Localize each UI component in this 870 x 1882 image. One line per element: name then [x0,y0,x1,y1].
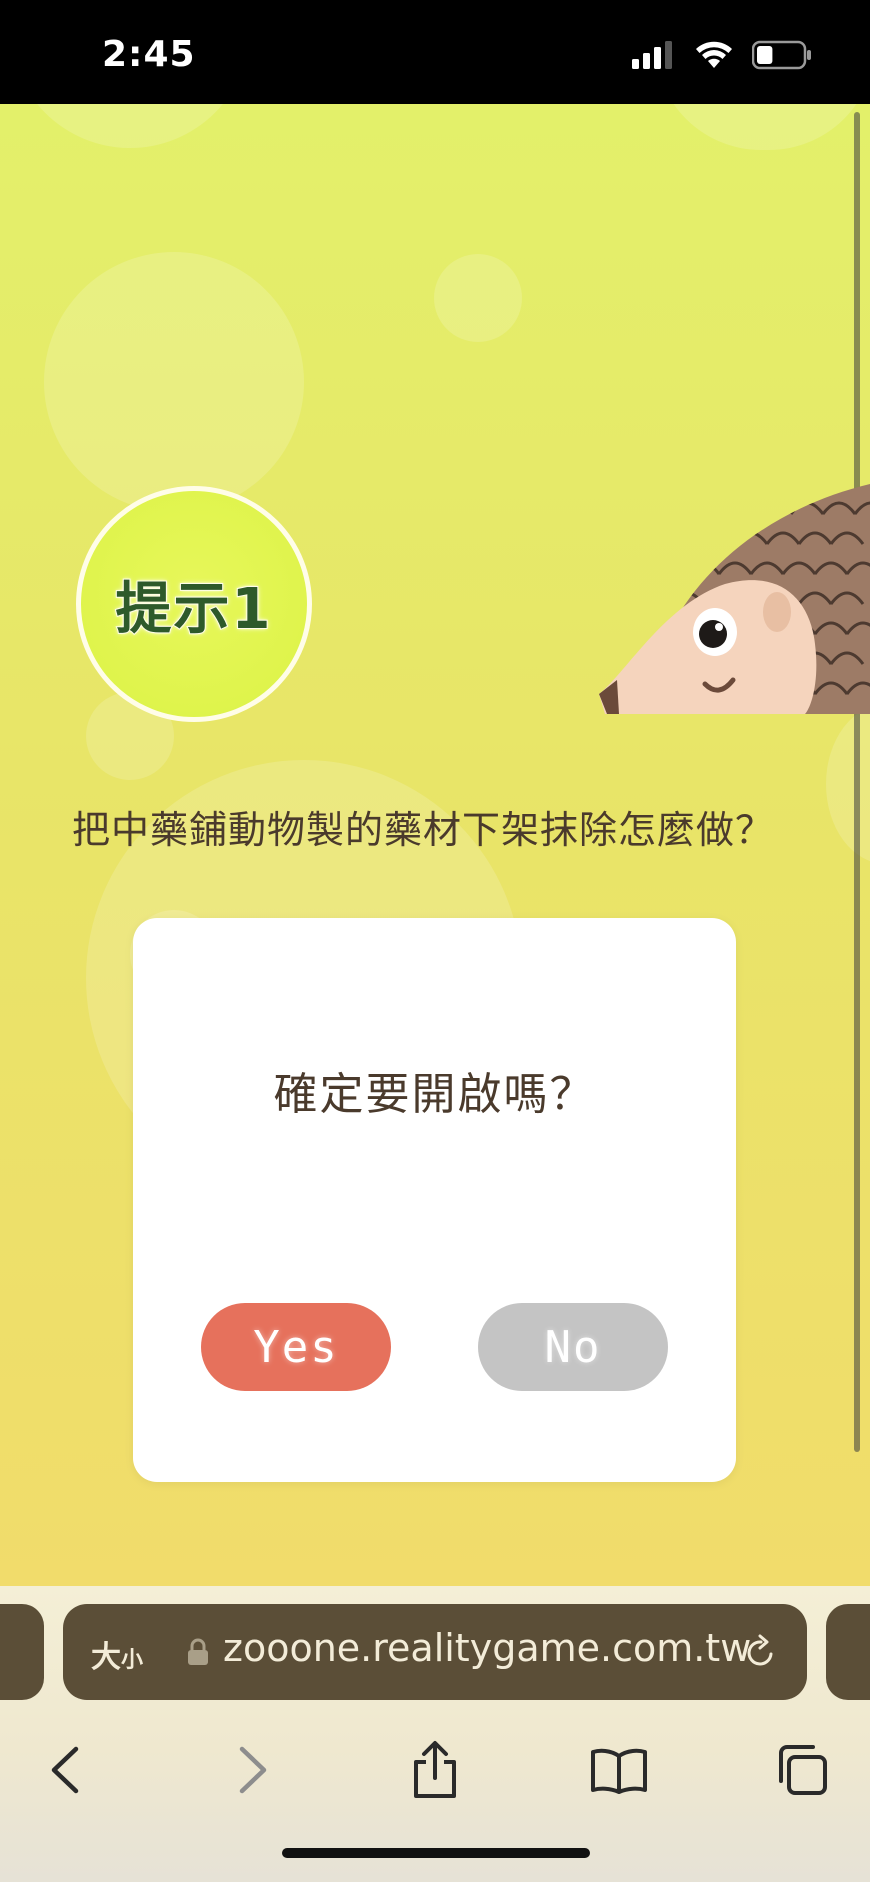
decor-bubble [434,254,522,342]
decor-bubble [44,252,304,512]
share-button[interactable] [405,1740,465,1800]
decor-bubble [10,104,250,148]
yes-button[interactable]: Yes [201,1303,391,1391]
tabs-icon [779,1745,827,1795]
text-size-small: 小 [121,1648,144,1673]
address-bar[interactable]: 大小 zooone.realitygame.com.tw [63,1604,807,1700]
wifi-icon [696,41,732,68]
status-icons [632,40,812,70]
bookmarks-button[interactable] [589,1740,649,1800]
text-size-large: 大 [91,1640,121,1675]
forward-icon [239,1746,267,1794]
browser-bottom-bar: 大小 zooone.realitygame.com.tw [0,1586,870,1882]
decor-bubble [655,104,870,150]
scroll-indicator[interactable] [854,112,860,1452]
share-icon [414,1741,456,1798]
browser-toolbar [0,1716,870,1816]
tabs-button[interactable] [772,1740,832,1800]
hint-badge-label: 提示1 [115,576,273,643]
phone-screen: 2:45 提示1 把中藥鋪動物製的藥材下架抹除怎麼做？ 確定要開啟嗎？ Yes … [0,0,870,1882]
next-tab-peek[interactable] [826,1604,870,1700]
text-size-button[interactable]: 大小 [91,1632,143,1676]
no-button[interactable]: No [478,1303,668,1391]
battery-icon [752,40,811,70]
url-text[interactable]: zooone.realitygame.com.tw [223,1626,751,1670]
forward-button[interactable] [222,1740,282,1800]
previous-tab-peek[interactable] [0,1604,44,1700]
reload-icon[interactable] [743,1634,779,1670]
hint-question: 把中藥鋪動物製的藥材下架抹除怎麼做？ [72,808,775,852]
confirm-dialog: 確定要開啟嗎？ Yes No [133,918,736,1482]
lock-icon [188,1638,208,1665]
bookmarks-icon [591,1748,647,1794]
back-icon [51,1746,79,1794]
status-time: 2:45 [102,34,196,75]
hint-badge: 提示1 [76,486,312,722]
pangolin-illustration [599,484,870,714]
signal-icon [632,41,672,69]
back-button[interactable] [36,1740,96,1800]
dialog-title: 確定要開啟嗎？ [273,1069,596,1120]
home-indicator[interactable] [282,1848,590,1858]
status-bar: 2:45 [0,0,870,104]
